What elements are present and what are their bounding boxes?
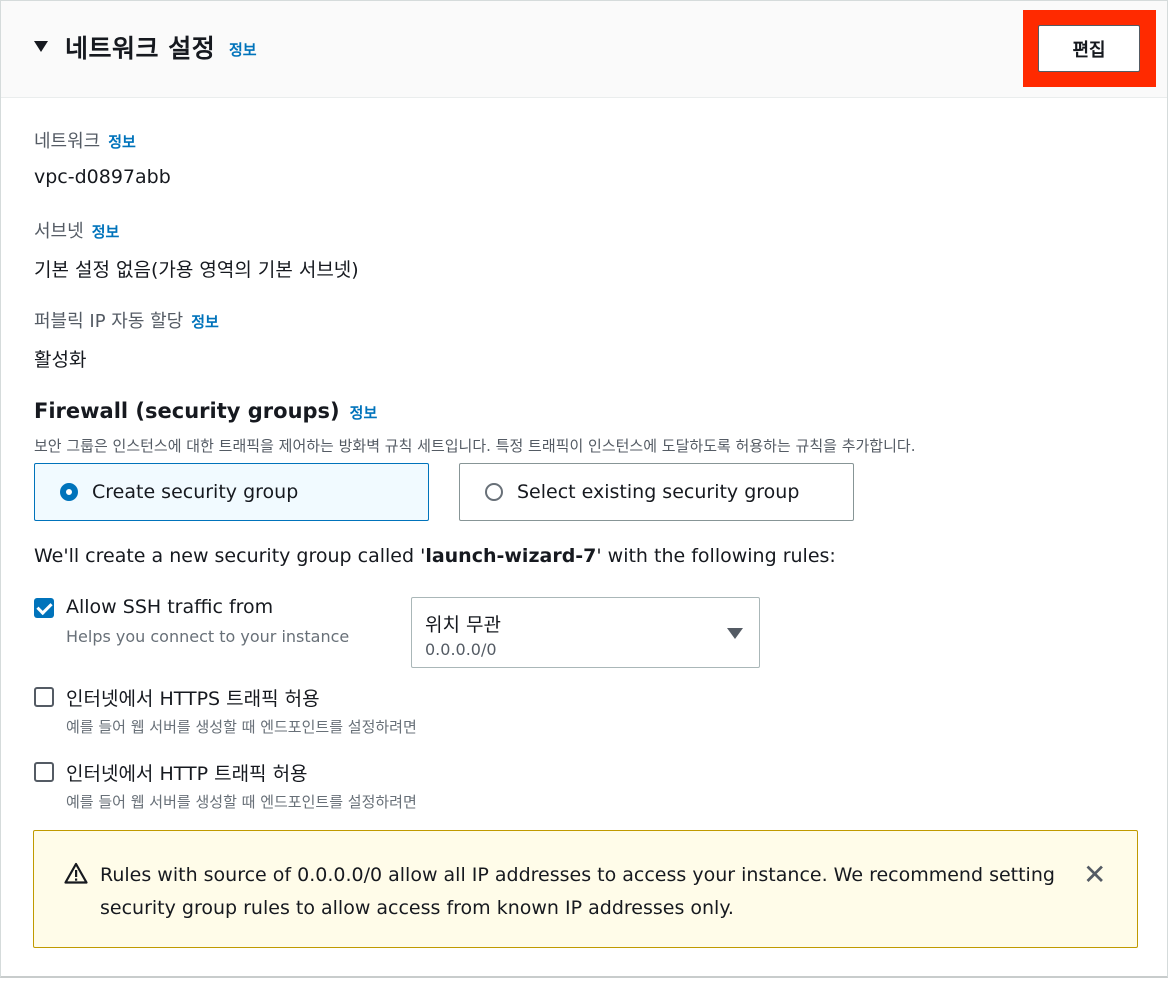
subnet-value: 기본 설정 없음(가용 영역의 기본 서브넷) (34, 259, 359, 281)
network-label: 네트워크 (34, 131, 101, 152)
https-rule-hint: 예를 들어 웹 서버를 생성할 때 엔드포인트를 설정하려면 (66, 718, 417, 736)
https-rule-label: 인터넷에서 HTTPS 트래픽 허용 (66, 688, 320, 710)
collapse-caret-icon[interactable] (34, 41, 48, 52)
firewall-heading: Firewall (security groups) 정보 (34, 399, 377, 423)
security-group-name: launch-wizard-7 (425, 545, 597, 567)
warning-text: Rules with source of 0.0.0.0/0 allow all… (100, 864, 1055, 919)
firewall-description: 보안 그룹은 인스턴스에 대한 트래픽을 제어하는 방화벽 규칙 세트입니다. … (34, 437, 916, 455)
ssh-source-selected: 위치 무관 (425, 614, 501, 636)
edit-button[interactable]: 편집 (1038, 25, 1140, 72)
title-info-link[interactable]: 정보 (229, 39, 257, 60)
https-checkbox[interactable] (34, 687, 54, 707)
http-checkbox[interactable] (34, 762, 54, 782)
close-icon[interactable]: ✕ (1083, 861, 1106, 889)
ssh-source-cidr: 0.0.0.0/0 (425, 640, 497, 659)
select-existing-security-group-option[interactable]: Select existing security group (459, 463, 854, 521)
ssh-rule-hint: Helps you connect to your instance (66, 627, 350, 646)
public-ip-info-link[interactable]: 정보 (191, 313, 219, 331)
public-ip-label-row: 퍼블릭 IP 자동 할당 정보 (34, 307, 219, 333)
radio-unselected-icon[interactable] (485, 483, 503, 501)
http-rule-label: 인터넷에서 HTTP 트래픽 허용 (66, 763, 308, 785)
subnet-label-row: 서브넷 정보 (34, 217, 119, 243)
public-ip-value: 활성화 (34, 349, 87, 371)
firewall-info-link[interactable]: 정보 (350, 404, 378, 422)
panel-header: 네트워크 설정 정보 편집 (1, 1, 1167, 98)
ssh-checkbox[interactable] (34, 598, 54, 618)
create-note-prefix: We'll create a new security group called… (34, 545, 426, 567)
subnet-label: 서브넷 (34, 221, 84, 242)
public-ip-label: 퍼블릭 IP 자동 할당 (34, 311, 184, 332)
panel-title: 네트워크 설정 (65, 34, 216, 63)
warning-alert: Rules with source of 0.0.0.0/0 allow all… (33, 830, 1138, 948)
warning-icon (64, 862, 88, 884)
create-security-group-label: Create security group (92, 481, 299, 503)
firewall-title: Firewall (security groups) (34, 399, 340, 423)
create-security-group-option[interactable]: Create security group (34, 463, 429, 521)
network-label-row: 네트워크 정보 (34, 127, 136, 153)
select-existing-security-group-label: Select existing security group (517, 481, 800, 503)
network-value: vpc-d0897abb (34, 166, 171, 188)
dropdown-caret-icon (727, 628, 743, 639)
http-rule-hint: 예를 들어 웹 서버를 생성할 때 엔드포인트를 설정하려면 (66, 793, 417, 811)
ssh-source-select[interactable]: 위치 무관 0.0.0.0/0 (411, 597, 760, 668)
ssh-rule-label: Allow SSH traffic from (66, 596, 274, 618)
subnet-info-link[interactable]: 정보 (92, 223, 120, 241)
create-note-suffix: ' with the following rules: (596, 545, 836, 567)
radio-selected-icon[interactable] (60, 483, 78, 501)
network-settings-panel: 네트워크 설정 정보 편집 네트워크 정보 vpc-d0897abb 서브넷 정보 … (0, 0, 1168, 978)
network-info-link[interactable]: 정보 (108, 133, 136, 151)
create-note: We'll create a new security group called… (34, 545, 836, 567)
